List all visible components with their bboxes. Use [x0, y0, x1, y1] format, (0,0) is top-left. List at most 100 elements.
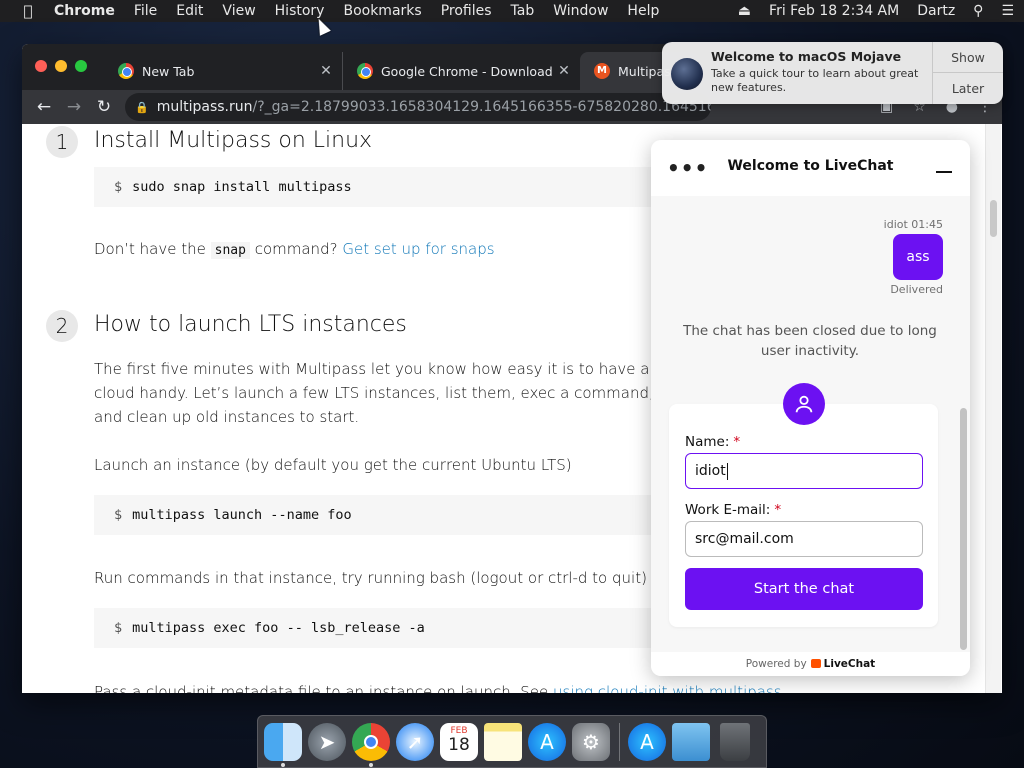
- reload-icon[interactable]: ↻: [89, 97, 119, 117]
- notification-center-icon[interactable]: ☰: [1001, 3, 1014, 19]
- menu-app-name[interactable]: Chrome: [54, 3, 115, 19]
- code-block-launch[interactable]: $ multipass launch --name foo: [94, 495, 654, 535]
- dock: ➤ ➚ FEB 18 A ⚙ A: [257, 715, 767, 768]
- dock-separator: [619, 722, 620, 761]
- apple-menu-icon[interactable]: : [18, 2, 38, 20]
- livechat-widget: ••• Welcome to LiveChat idiot 01:45 ass …: [651, 140, 970, 676]
- name-input[interactable]: idiot: [685, 453, 923, 489]
- message-meta: idiot 01:45: [883, 218, 943, 231]
- menu-edit[interactable]: Edit: [176, 3, 203, 19]
- close-tab-icon[interactable]: ✕: [316, 63, 336, 79]
- zoom-window-button[interactable]: [75, 60, 87, 72]
- chrome-icon[interactable]: [352, 722, 390, 767]
- menu-view[interactable]: View: [222, 3, 255, 19]
- lock-icon[interactable]: 🔒: [135, 101, 149, 114]
- code-block-install[interactable]: $ sudo snap install multipass: [94, 167, 654, 207]
- command-text: multipass launch --name foo: [132, 507, 352, 523]
- livechat-brand[interactable]: LiveChat: [824, 658, 876, 670]
- notes-icon[interactable]: [484, 722, 522, 761]
- menu-bookmarks[interactable]: Bookmarks: [343, 3, 421, 19]
- livechat-logo-icon: [810, 659, 821, 668]
- intro-line-3: and clean up old instances to start.: [94, 408, 360, 426]
- close-window-button[interactable]: [35, 60, 47, 72]
- chrome-favicon-icon: [118, 63, 134, 79]
- cloud-init-link[interactable]: using cloud-init with multipass: [553, 683, 782, 693]
- url-path: /?_ga=2.18799033.1658304129.1645166355-6…: [252, 99, 712, 115]
- menu-bar-status: ⏏ Fri Feb 18 2:34 AM Dartz ⚲ ☰: [720, 0, 1014, 22]
- cloud-init-text: Pass a cloud-init metadata file to an in…: [94, 680, 782, 693]
- downloads-folder-icon[interactable]: [672, 722, 710, 761]
- calendar-day: 18: [448, 734, 470, 755]
- shell-prompt: $: [114, 620, 123, 636]
- safari-icon[interactable]: ➚: [396, 722, 434, 761]
- snap-note: Don’t have the snap command? Get set up …: [94, 237, 495, 263]
- notification-later-button[interactable]: Later: [933, 73, 1003, 104]
- finder-icon[interactable]: [264, 722, 302, 767]
- url-host: multipass.run: [156, 99, 253, 115]
- code-block-exec[interactable]: $ multipass exec foo -- lsb_release -a: [94, 608, 654, 648]
- powered-by-text: Powered by: [745, 658, 807, 670]
- cloud-init-sentence: Pass a cloud-init metadata file to an in…: [94, 683, 549, 693]
- message-bubble: ass: [893, 234, 943, 280]
- shell-prompt: $: [114, 179, 123, 195]
- back-arrow-icon[interactable]: ←: [29, 97, 59, 117]
- app-store-download-icon[interactable]: A: [628, 722, 666, 761]
- trash-icon[interactable]: [720, 722, 750, 761]
- text-caret: [726, 462, 728, 480]
- menu-history[interactable]: History: [275, 3, 325, 19]
- eject-icon[interactable]: ⏏: [738, 3, 751, 19]
- message-status: Delivered: [890, 283, 943, 296]
- intro-line-1: The first five minutes with Multipass le…: [94, 360, 700, 378]
- shell-prompt: $: [114, 507, 123, 523]
- required-mark: *: [733, 434, 741, 450]
- tab-title: New Tab: [142, 63, 195, 79]
- step-1-heading: Install Multipass on Linux: [94, 128, 373, 153]
- command-text: multipass exec foo -- lsb_release -a: [132, 620, 425, 636]
- forward-arrow-icon[interactable]: →: [59, 97, 89, 117]
- address-bar[interactable]: 🔒 multipass.run /?_ga=2.18799033.1658304…: [125, 93, 711, 121]
- menu-help[interactable]: Help: [627, 3, 659, 19]
- running-indicator: [281, 762, 285, 767]
- menu-profiles[interactable]: Profiles: [441, 3, 492, 19]
- menu-window[interactable]: Window: [553, 3, 608, 19]
- email-label: Work E-mail: *: [685, 502, 781, 518]
- snaps-setup-link[interactable]: Get set up for snaps: [342, 240, 494, 258]
- spotlight-search-icon[interactable]: ⚲: [973, 3, 983, 19]
- clock[interactable]: Fri Feb 18 2:34 AM: [769, 3, 899, 19]
- email-label-text: Work E-mail:: [685, 502, 771, 518]
- mojave-app-icon: [671, 58, 703, 90]
- email-input[interactable]: src@mail.com: [685, 521, 923, 557]
- close-tab-icon[interactable]: ✕: [554, 63, 574, 79]
- macos-notification[interactable]: Welcome to macOS Mojave Take a quick tou…: [662, 42, 1003, 104]
- command-text: sudo snap install multipass: [132, 179, 352, 195]
- tab-new-tab[interactable]: New Tab ✕: [104, 52, 342, 90]
- menu-tab[interactable]: Tab: [511, 3, 535, 19]
- chat-scrollbar[interactable]: [960, 408, 967, 650]
- menu-file[interactable]: File: [134, 3, 157, 19]
- minimize-window-button[interactable]: [55, 60, 67, 72]
- snap-note-text-2: command?: [254, 240, 338, 258]
- start-chat-button[interactable]: Start the chat: [685, 568, 923, 610]
- user-menu[interactable]: Dartz: [917, 3, 955, 19]
- name-input-value: idiot: [695, 463, 726, 479]
- run-text: Run commands in that instance, try runni…: [94, 569, 647, 587]
- email-input-value: src@mail.com: [695, 531, 794, 547]
- launchpad-icon[interactable]: ➤: [308, 722, 346, 761]
- app-store-icon[interactable]: A: [528, 722, 566, 761]
- notification-show-button[interactable]: Show: [933, 42, 1003, 73]
- name-label: Name: *: [685, 434, 740, 450]
- system-preferences-icon[interactable]: ⚙: [572, 722, 610, 761]
- tab-title: Google Chrome - Download th: [381, 63, 554, 79]
- name-label-text: Name:: [685, 434, 730, 450]
- minimize-chat-icon[interactable]: [936, 171, 952, 173]
- multipass-favicon-icon: M: [594, 63, 610, 79]
- snap-inline-code: snap: [210, 242, 250, 259]
- page-scrollbar-thumb[interactable]: [990, 200, 997, 237]
- running-indicator: [369, 762, 373, 767]
- menu-bar:  Chrome File Edit View History Bookmark…: [0, 0, 1024, 22]
- tab-chrome-download[interactable]: Google Chrome - Download th ✕: [342, 52, 580, 90]
- calendar-icon[interactable]: FEB 18: [440, 722, 478, 761]
- notification-actions: Show Later: [932, 42, 1003, 104]
- notification-title: Welcome to macOS Mojave: [711, 49, 902, 64]
- calendar-month: FEB: [450, 725, 468, 736]
